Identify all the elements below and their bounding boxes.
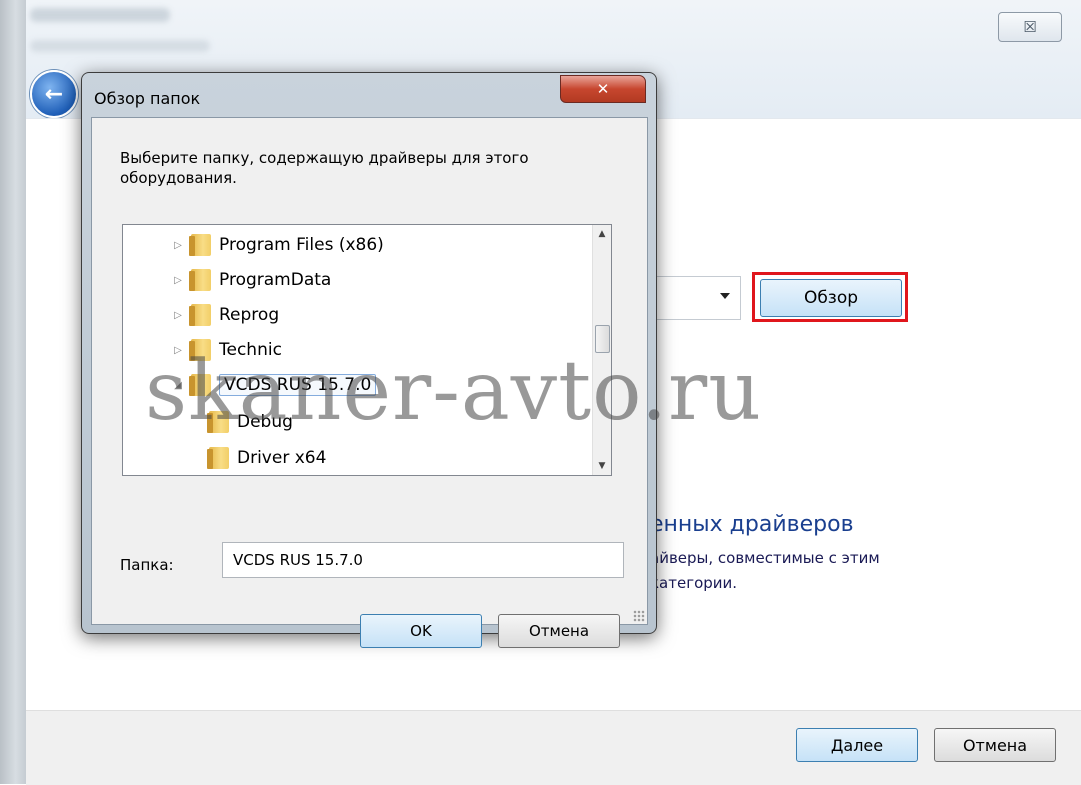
folder-icon <box>189 304 211 326</box>
dialog-prompt: Выберите папку, содержащую драйверы для … <box>120 149 529 187</box>
tree-item[interactable]: Driver x64 <box>207 444 326 472</box>
dialog-close-button[interactable]: ✕ <box>560 75 646 103</box>
pick-driver-link-desc: айверы, совместимые с этим <box>650 549 880 567</box>
blurred-window-title <box>30 8 170 22</box>
wizard-footer <box>26 710 1081 785</box>
expand-arrow-icon[interactable]: ▷ <box>171 275 185 286</box>
folder-icon <box>207 447 229 469</box>
tree-item[interactable]: ▷ Reprog <box>171 301 279 329</box>
expand-arrow-icon[interactable]: ▷ <box>171 310 185 321</box>
tree-item-label[interactable]: Reprog <box>219 305 279 325</box>
tree-item-label[interactable]: VCDS RUS 15.7.0 <box>219 374 377 396</box>
scroll-thumb[interactable] <box>595 325 610 353</box>
blurred-window-subtitle <box>30 40 210 52</box>
tree-item-label[interactable]: Technic <box>219 340 282 360</box>
folder-icon <box>189 234 211 256</box>
dialog-title: Обзор папок <box>94 89 201 108</box>
folder-icon <box>207 411 229 433</box>
next-button[interactable]: Далее <box>796 728 918 762</box>
folder-icon <box>189 339 211 361</box>
back-arrow-icon: ← <box>44 81 64 107</box>
pick-driver-link-title[interactable]: енных драйверов <box>650 512 854 537</box>
expand-arrow-icon[interactable]: ▷ <box>171 345 185 356</box>
tree-item-label[interactable]: ProgramData <box>219 270 331 290</box>
tree-item-label[interactable]: Program Files (x86) <box>219 235 384 255</box>
expand-arrow-icon[interactable]: ▷ <box>171 240 185 251</box>
tree-item-label[interactable]: Driver x64 <box>237 448 326 468</box>
tree-item[interactable]: ▷ Program Files (x86) <box>171 231 384 259</box>
pick-driver-link-desc: категории. <box>650 574 738 592</box>
folder-icon <box>189 374 211 396</box>
tree-scrollbar[interactable]: ▲ ▼ <box>592 225 611 475</box>
tree-item[interactable]: ▷ Technic <box>171 336 282 364</box>
folder-icon <box>189 269 211 291</box>
folder-tree[interactable]: ▷ Program Files (x86) ▷ ProgramData ▷ Re… <box>122 224 612 476</box>
close-icon: ☒ <box>1023 18 1037 36</box>
tree-item-selected[interactable]: ◢ VCDS RUS 15.7.0 <box>171 371 377 399</box>
collapse-arrow-icon[interactable]: ◢ <box>171 380 185 391</box>
folder-field-label: Папка: <box>120 556 174 574</box>
scroll-up-icon[interactable]: ▲ <box>593 225 611 243</box>
dialog-body: Выберите папку, содержащую драйверы для … <box>91 117 648 648</box>
ok-button[interactable]: OK <box>360 614 482 648</box>
tree-item[interactable]: ▷ ProgramData <box>171 266 331 294</box>
resize-grip-icon[interactable] <box>633 610 645 622</box>
close-icon: ✕ <box>596 80 610 98</box>
folder-path-input[interactable] <box>222 542 624 578</box>
dialog-cancel-button[interactable]: Отмена <box>498 614 620 648</box>
browse-button[interactable]: Обзор <box>760 279 902 317</box>
back-button[interactable]: ← <box>30 70 78 118</box>
browse-folder-dialog: Обзор папок ✕ Выберите папку, содержащую… <box>81 72 657 648</box>
chevron-down-icon[interactable] <box>720 293 730 299</box>
window-edge <box>0 0 26 784</box>
tree-item[interactable]: Debug <box>207 408 293 436</box>
scroll-down-icon[interactable]: ▼ <box>593 457 611 475</box>
tree-item-label[interactable]: Debug <box>237 412 293 432</box>
wizard-cancel-button[interactable]: Отмена <box>934 728 1056 762</box>
close-button[interactable]: ☒ <box>998 12 1062 42</box>
